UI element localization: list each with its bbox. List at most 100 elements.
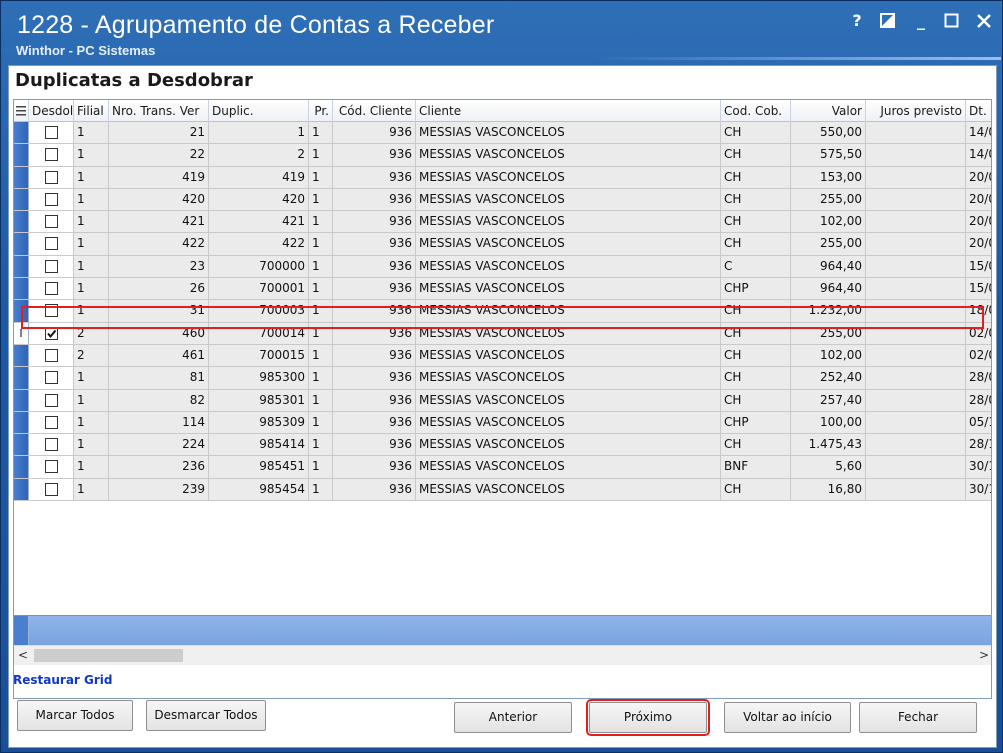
column-header[interactable]: Valor (791, 100, 866, 122)
duplicatas-grid[interactable]: Desdol Filial Nro. Trans. Ver Duplic. Pr. Cód… (13, 99, 992, 699)
column-header[interactable]: Filial (74, 100, 109, 122)
checkbox[interactable] (44, 371, 58, 385)
table-row[interactable]: 1 23 700000 1 936 MESSIAS VASCONCELOS C 964,40 1… (14, 255, 991, 279)
table-row[interactable]: 1 82 985301 1 936 MESSIAS VASCONCELOS CH 257,40… (14, 389, 991, 412)
maximize-button[interactable] (944, 11, 962, 31)
table-row[interactable]: 12221936MESSIAS VASCONCELOSCH575,5014/0 (14, 144, 991, 167)
table-row[interactable]: 1 224 985414 1 936 MESSIAS VASCONCELOS CH 1.475… (14, 434, 991, 457)
cell-cliente: MESSIAS VASCONCELOS (416, 322, 721, 344)
column-header[interactable]: Duplic. (209, 100, 309, 122)
cell-valor: 255,00 (791, 233, 866, 255)
checkbox[interactable] (44, 415, 58, 429)
checkbox[interactable] (44, 215, 58, 229)
row-indicator (14, 300, 29, 322)
close-window-button[interactable] (976, 11, 994, 31)
checkbox[interactable] (44, 192, 58, 206)
cell-valor: 550,00 (791, 122, 866, 144)
cell-cod-cob: CH (721, 434, 791, 456)
checkbox[interactable] (44, 482, 58, 496)
back-to-start-button[interactable]: Voltar ao início (724, 702, 851, 733)
checkbox[interactable] (44, 304, 58, 318)
column-header[interactable]: Dt. E (966, 100, 991, 122)
cell-cliente: MESSIAS VASCONCELOS (416, 166, 721, 188)
table-row[interactable]: 1 81 985300 1 936 MESSIAS VASCONCELOS CH 252,40… (14, 367, 991, 390)
column-header[interactable]: Cod. Cob. (721, 100, 791, 122)
table-row[interactable]: I 2 460 700014 1 936 MESSIAS VASCONCELOS CH 255,… (14, 322, 991, 345)
next-button[interactable]: Próximo (586, 699, 710, 736)
checked-checkbox[interactable] (44, 326, 58, 340)
scroll-right-button[interactable]: > (975, 646, 991, 665)
cell-juros (866, 211, 966, 233)
desdobrar-cell (29, 434, 74, 456)
cell-nro-trans: 81 (109, 367, 209, 389)
column-chooser-icon[interactable] (14, 100, 29, 122)
table-row[interactable]: 1 422 422 1 936 MESSIAS VASCONCELOS CH 255,00 20… (14, 233, 991, 256)
cell-nro-trans: 239 (109, 478, 209, 501)
cell-cod-cliente: 936 (333, 255, 416, 278)
table-row[interactable]: 1 239 985454 1 936 MESSIAS VASCONCELOS CH 16,80… (14, 478, 991, 502)
column-header[interactable]: Nro. Trans. Ver (109, 100, 209, 122)
checkbox[interactable] (44, 259, 58, 273)
cell-cod-cliente: 936 (333, 367, 416, 389)
checkbox[interactable] (44, 170, 58, 184)
checkbox[interactable] (44, 460, 58, 474)
table-row[interactable]: 1 419 419 1 936 MESSIAS VASCONCELOS CH 153,00 20… (14, 166, 991, 189)
column-header[interactable]: Juros previsto (866, 100, 966, 122)
table-row[interactable]: 1 31 700003 1 936 MESSIAS VASCONCELOS CH 1.232,… (14, 300, 991, 323)
checkbox[interactable] (44, 237, 58, 251)
title-decoration (591, 57, 1001, 60)
cell-juros (866, 255, 966, 278)
cell-juros (866, 322, 966, 344)
table-row[interactable]: 1 420 420 1 936 MESSIAS VASCONCELOS CH 255,00 20… (14, 188, 991, 212)
desdobrar-cell (29, 233, 74, 255)
previous-button[interactable]: Anterior (454, 702, 572, 733)
deselect-all-button[interactable]: Desmarcar Todos (146, 700, 266, 731)
column-header[interactable]: Cliente (416, 100, 721, 122)
cell-juros (866, 233, 966, 255)
close-button[interactable]: Fechar (859, 702, 977, 733)
cell-dt: 15/0 (966, 278, 991, 300)
cell-cod-cob: CHP (721, 411, 791, 434)
table-row[interactable]: 2 461 700015 1 936 MESSIAS VASCONCELOS CH 102,0… (14, 344, 991, 368)
restore-grid-link[interactable]: Restaurar Grid (13, 673, 112, 687)
restore-layout-button[interactable] (880, 11, 898, 31)
cell-cod-cob: CHP (721, 278, 791, 300)
cell-pr: 1 (309, 478, 333, 501)
table-row[interactable]: 1 421 421 1 936 MESSIAS VASCONCELOS CH 102,00 20… (14, 211, 991, 234)
scroll-left-button[interactable]: < (14, 646, 32, 665)
column-header[interactable]: Desdol (29, 100, 74, 122)
desdobrar-cell (29, 322, 74, 344)
select-all-button[interactable]: Marcar Todos (17, 700, 133, 731)
cell-filial: 1 (74, 233, 109, 255)
column-header[interactable]: Cód. Cliente (333, 100, 416, 122)
row-indicator (14, 389, 29, 411)
cell-dt: 18/0 (966, 300, 991, 322)
cell-cod-cliente: 936 (333, 411, 416, 434)
cell-valor: 964,40 (791, 255, 866, 278)
checkbox[interactable] (44, 126, 58, 139)
checkbox[interactable] (44, 438, 58, 452)
column-header[interactable]: Pr. (309, 100, 333, 122)
cell-duplic: 985301 (209, 389, 309, 411)
cell-cliente: MESSIAS VASCONCELOS (416, 300, 721, 322)
cell-cod-cliente: 936 (333, 389, 416, 411)
scroll-thumb[interactable] (34, 649, 183, 662)
minimize-button[interactable]: _ (912, 11, 930, 31)
cell-juros (866, 456, 966, 478)
checkbox[interactable] (44, 148, 58, 162)
cell-cod-cob: BNF (721, 456, 791, 478)
help-button[interactable]: ? (848, 11, 866, 31)
cell-cliente: MESSIAS VASCONCELOS (416, 122, 721, 144)
checkbox[interactable] (44, 282, 58, 296)
horizontal-scrollbar[interactable]: < > (14, 645, 991, 665)
close-icon (977, 14, 991, 28)
checkbox[interactable] (44, 393, 58, 407)
table-row[interactable]: 12111936MESSIAS VASCONCELOSCH550,0014/0 (14, 122, 991, 145)
row-indicator (14, 344, 29, 367)
checkbox[interactable] (44, 348, 58, 362)
table-row[interactable]: 1 26 700001 1 936 MESSIAS VASCONCELOS CHP 964,4… (14, 278, 991, 301)
table-row[interactable]: 1 236 985451 1 936 MESSIAS VASCONCELOS BNF 5,60… (14, 456, 991, 479)
row-indicator (14, 434, 29, 456)
table-row[interactable]: 1 114 985309 1 936 MESSIAS VASCONCELOS CHP 100,… (14, 411, 991, 435)
cell-juros (866, 389, 966, 411)
